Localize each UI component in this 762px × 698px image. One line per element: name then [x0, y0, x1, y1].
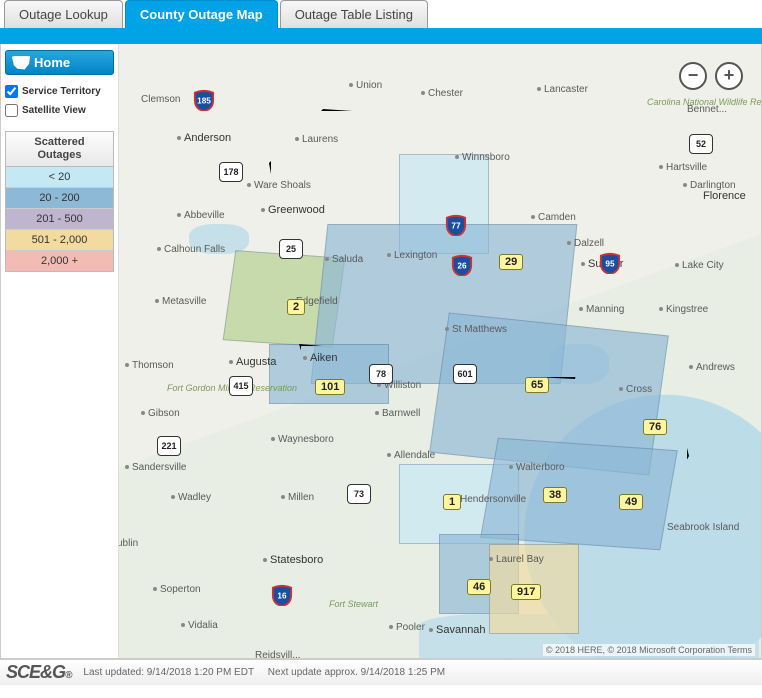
legend-row: 501 - 2,000 — [6, 230, 113, 251]
city-label: Darlington — [683, 180, 736, 191]
us-route-shield: 73 — [347, 484, 371, 504]
us-route-shield: 25 — [279, 239, 303, 259]
tab-active-bar — [0, 28, 762, 44]
zoom-in-button[interactable]: + — [715, 62, 743, 90]
outage-count-badge[interactable]: 1 — [443, 494, 461, 510]
special-area-label: Fort Gordon Military Reservation — [167, 384, 237, 393]
outage-count-badge[interactable]: 76 — [643, 419, 667, 435]
satellite-view-label: Satellite View — [22, 105, 86, 116]
city-label: Hartsville — [659, 162, 707, 173]
svg-text:95: 95 — [605, 260, 615, 269]
outage-count-badge[interactable]: 49 — [619, 494, 643, 510]
city-label: Thomson — [125, 360, 174, 371]
app-root: Outage Lookup County Outage Map Outage T… — [0, 0, 762, 685]
map[interactable]: ClemsonUnionChesterLancasterFlorenceBenn… — [119, 44, 761, 658]
city-label: Soperton — [153, 584, 201, 595]
sidebar: Home Service Territory Satellite View Sc… — [1, 44, 119, 658]
service-territory-checkbox[interactable] — [5, 85, 18, 98]
legend-row: 20 - 200 — [6, 188, 113, 209]
tab-outage-lookup[interactable]: Outage Lookup — [4, 0, 123, 28]
city-label: Millen — [281, 492, 314, 503]
state-icon — [12, 56, 30, 70]
outage-count-badge[interactable]: 38 — [543, 487, 567, 503]
outage-count-badge[interactable]: 65 — [525, 377, 549, 393]
city-label: Statesboro — [263, 554, 323, 566]
satellite-view-toggle[interactable]: Satellite View — [5, 104, 114, 117]
city-label: Kingstree — [659, 304, 708, 315]
home-button[interactable]: Home — [5, 50, 114, 75]
outage-count-badge[interactable]: 46 — [467, 579, 491, 595]
city-label: Gibson — [141, 408, 180, 419]
outage-count-badge[interactable]: 917 — [511, 584, 541, 600]
special-area-label: Carolina National Wildlife Ref. — [647, 98, 717, 107]
city-label: Clemson — [141, 94, 180, 105]
interstate-shield: 185 — [193, 89, 215, 111]
map-attribution[interactable]: © 2018 HERE, © 2018 Microsoft Corporatio… — [543, 644, 755, 656]
city-label: Seabrook Island — [667, 522, 739, 533]
zoom-out-button[interactable]: − — [679, 62, 707, 90]
city-label: Lake City — [675, 260, 724, 271]
legend-row: 201 - 500 — [6, 209, 113, 230]
interstate-shield: 26 — [451, 254, 473, 276]
footer-status: Last updated: 9/14/2018 1:20 PM EDT Next… — [71, 667, 756, 678]
city-label: Augusta — [229, 356, 276, 368]
tab-county-outage-map[interactable]: County Outage Map — [125, 0, 278, 28]
us-route-shield: 78 — [369, 364, 393, 384]
footer: SCE&G® Last updated: 9/14/2018 1:20 PM E… — [0, 659, 762, 685]
outage-count-badge[interactable]: 2 — [287, 299, 305, 315]
satellite-view-checkbox[interactable] — [5, 104, 18, 117]
interstate-shield: 77 — [445, 214, 467, 236]
city-label: Reidsvill... — [255, 650, 301, 658]
city-label: Abbeville — [177, 210, 225, 221]
city-label: Union — [349, 80, 382, 91]
city-label: Sandersville — [125, 462, 186, 473]
next-update-text: Next update approx. 9/14/2018 1:25 PM — [268, 667, 445, 678]
svg-text:26: 26 — [457, 262, 467, 271]
city-label: Chester — [421, 88, 463, 99]
tab-outage-table-listing[interactable]: Outage Table Listing — [280, 0, 428, 28]
svg-text:185: 185 — [197, 97, 211, 106]
city-label: Calhoun Falls — [157, 244, 225, 255]
tab-strip: Outage Lookup County Outage Map Outage T… — [0, 0, 762, 28]
outage-count-badge[interactable]: 101 — [315, 379, 345, 395]
interstate-shield: 16 — [271, 584, 293, 606]
us-route-shield: 221 — [157, 436, 181, 456]
footer-left: SCE&G® — [6, 662, 71, 683]
brand-logo: SCE&G® — [6, 662, 71, 682]
zoom-controls: − + — [679, 62, 743, 90]
legend-row: < 20 — [6, 167, 113, 188]
home-label: Home — [34, 55, 70, 70]
city-label: Anderson — [177, 132, 231, 144]
content-area: Home Service Territory Satellite View Sc… — [0, 44, 762, 659]
us-route-shield: 601 — [453, 364, 477, 384]
interstate-shield: 95 — [599, 252, 621, 274]
city-label: Florence — [703, 190, 746, 202]
us-route-shield: 415 — [229, 376, 253, 396]
city-label: Waynesboro — [271, 434, 334, 445]
service-territory-toggle[interactable]: Service Territory — [5, 85, 114, 98]
outage-count-badge[interactable]: 29 — [499, 254, 523, 270]
last-updated-text: Last updated: 9/14/2018 1:20 PM EDT — [83, 667, 254, 678]
legend-row: 2,000 + — [6, 251, 113, 271]
us-route-shield: 52 — [689, 134, 713, 154]
city-label: Metasville — [155, 296, 206, 307]
special-area-label: Fort Stewart — [329, 600, 399, 609]
legend: Scattered Outages < 2020 - 200201 - 5005… — [5, 131, 114, 272]
svg-text:77: 77 — [451, 222, 461, 231]
city-label: ublin — [119, 538, 138, 549]
city-label: Andrews — [689, 362, 735, 373]
service-territory-label: Service Territory — [22, 86, 101, 97]
legend-title: Scattered Outages — [6, 132, 113, 167]
svg-text:16: 16 — [277, 592, 287, 601]
city-label: Wadley — [171, 492, 211, 503]
city-label: Lancaster — [537, 84, 588, 95]
city-label: Vidalia — [181, 620, 218, 631]
us-route-shield: 178 — [219, 162, 243, 182]
